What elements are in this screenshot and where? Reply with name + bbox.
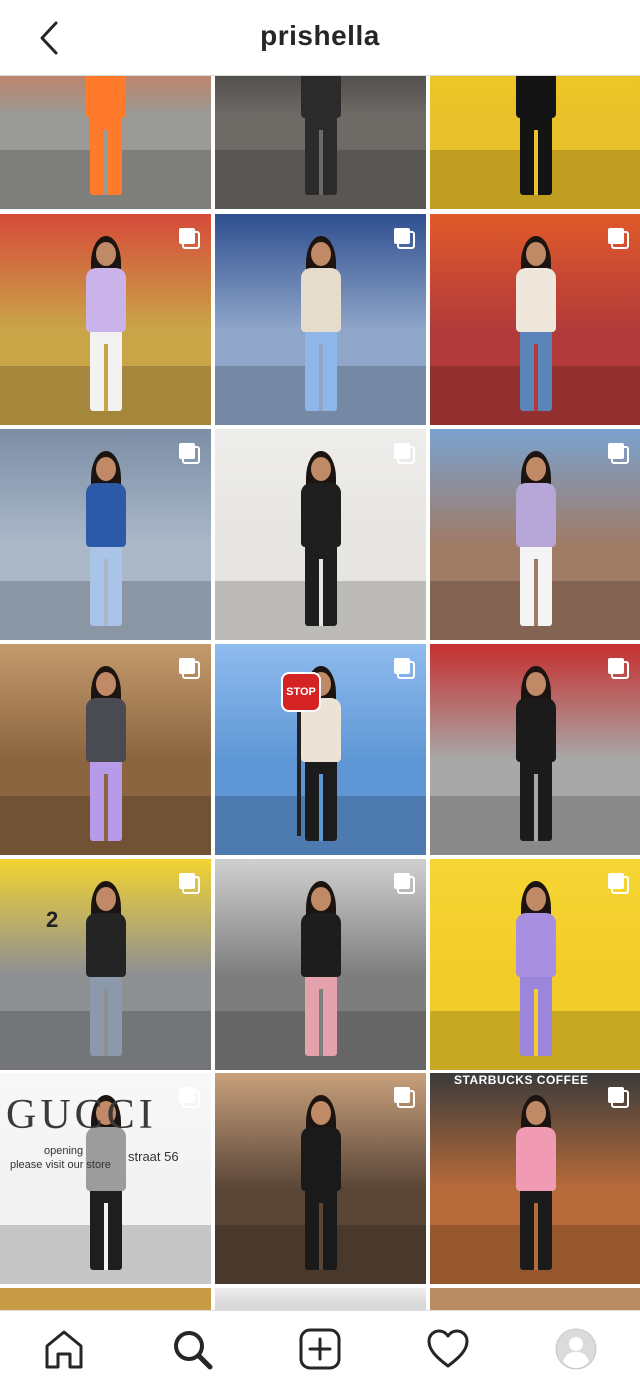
person-figure — [510, 873, 562, 1062]
person-figure — [80, 228, 132, 417]
gucci-notice: please visit our store — [10, 1159, 111, 1171]
profile-avatar — [555, 1328, 597, 1370]
photo-post-tile[interactable] — [430, 214, 640, 425]
photo-post-tile[interactable] — [0, 429, 211, 640]
photo-grid: STOP 2 GUCCI opening please visit our store s… — [0, 76, 640, 1310]
person-figure — [295, 873, 347, 1062]
photo-post-tile[interactable] — [215, 859, 426, 1070]
person-figure — [510, 658, 562, 847]
multiple-photos-icon — [608, 443, 629, 464]
photo-post-tile[interactable] — [0, 214, 211, 425]
photo-post-tile[interactable]: STOP — [215, 644, 426, 855]
multiple-photos-icon — [394, 443, 415, 464]
top-navigation-bar: prishella — [0, 0, 640, 76]
person-figure — [295, 228, 347, 417]
photo-post-tile[interactable] — [215, 214, 426, 425]
person-figure — [510, 443, 562, 632]
multiple-photos-icon — [179, 658, 200, 679]
person-figure — [295, 443, 347, 632]
person-figure — [80, 658, 132, 847]
gucci-notice: straat 56 — [128, 1149, 179, 1164]
home-icon — [45, 1330, 83, 1369]
tab-search[interactable] — [168, 1325, 216, 1373]
gucci-notice: opening — [44, 1145, 84, 1157]
tab-new-post[interactable] — [296, 1325, 344, 1373]
multiple-photos-icon — [608, 658, 629, 679]
person-figure — [510, 1087, 562, 1276]
tab-activity[interactable] — [424, 1325, 472, 1373]
search-icon — [174, 1331, 213, 1370]
person-figure — [510, 76, 562, 201]
photo-post-tile[interactable] — [0, 76, 211, 209]
gucci-sign: GUCCI — [6, 1092, 157, 1138]
photo-post-tile[interactable]: 2 — [0, 859, 211, 1070]
person-figure — [80, 873, 132, 1062]
stop-sign: STOP — [281, 672, 321, 712]
multiple-photos-icon — [179, 443, 200, 464]
multiple-photos-icon — [394, 228, 415, 249]
photo-post-tile[interactable] — [215, 76, 426, 209]
multiple-photos-icon — [394, 658, 415, 679]
multiple-photos-icon — [608, 1087, 629, 1108]
photo-post-tile[interactable]: GUCCI opening please visit our store straat… — [0, 1073, 211, 1284]
multiple-photos-icon — [179, 873, 200, 894]
starbucks-sign: STARBUCKS COFFEE — [454, 1073, 589, 1087]
photo-post-tile[interactable] — [430, 859, 640, 1070]
multiple-photos-icon — [179, 228, 200, 249]
new-post-icon — [299, 1328, 341, 1370]
photo-post-tile[interactable] — [430, 429, 640, 640]
photo-post-tile[interactable]: STARBUCKS COFFEE — [430, 1073, 640, 1284]
activity-heart-icon — [427, 1329, 469, 1368]
multiple-photos-icon — [608, 228, 629, 249]
photo-post-tile[interactable] — [215, 1288, 426, 1310]
photo-post-tile[interactable] — [430, 644, 640, 855]
multiple-photos-icon — [608, 873, 629, 894]
door-number: 2 — [46, 907, 59, 932]
page-title: prishella — [260, 20, 380, 51]
tab-profile[interactable] — [552, 1325, 600, 1373]
multiple-photos-icon — [179, 1087, 200, 1108]
photo-post-tile[interactable] — [215, 1073, 426, 1284]
person-figure — [295, 76, 347, 201]
photo-post-tile[interactable] — [430, 76, 640, 209]
person-figure — [295, 1087, 347, 1276]
person-figure — [510, 228, 562, 417]
person-figure — [80, 443, 132, 632]
multiple-photos-icon — [394, 1087, 415, 1108]
person-figure — [80, 76, 132, 201]
photo-post-tile[interactable] — [0, 644, 211, 855]
bottom-tab-bar — [0, 1310, 640, 1386]
photo-post-tile[interactable] — [215, 429, 426, 640]
photo-post-tile[interactable] — [0, 1288, 211, 1310]
photo-post-tile[interactable] — [430, 1288, 640, 1310]
tab-home[interactable] — [40, 1325, 88, 1373]
multiple-photos-icon — [394, 873, 415, 894]
